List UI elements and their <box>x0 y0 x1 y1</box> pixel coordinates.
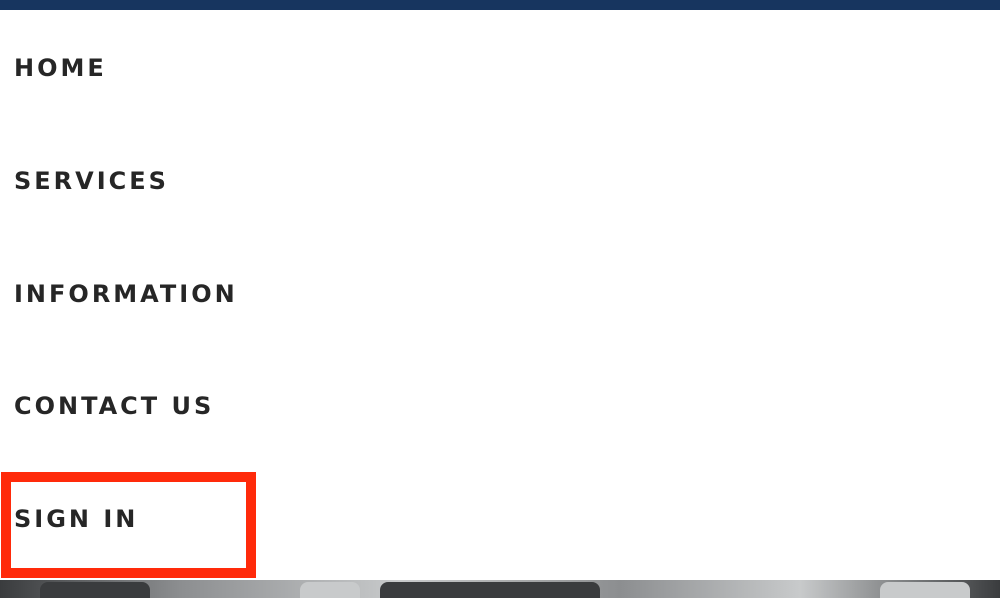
nav-menu: HOME SERVICES INFORMATION CONTACT US SIG… <box>0 10 1000 580</box>
nav-item-information[interactable]: INFORMATION <box>14 274 238 314</box>
nav-item-contact-us[interactable]: CONTACT US <box>14 386 214 426</box>
nav-item-home[interactable]: HOME <box>14 48 107 88</box>
nav-item-sign-in[interactable]: SIGN IN <box>14 499 138 539</box>
hero-shape <box>380 582 600 598</box>
top-header-bar <box>0 0 1000 10</box>
hero-shape <box>40 582 150 598</box>
hero-shape <box>300 582 360 598</box>
nav-item-services[interactable]: SERVICES <box>14 161 169 201</box>
page: HOME SERVICES INFORMATION CONTACT US SIG… <box>0 0 1000 598</box>
hero-shape <box>880 582 970 598</box>
hero-image-strip <box>0 580 1000 598</box>
